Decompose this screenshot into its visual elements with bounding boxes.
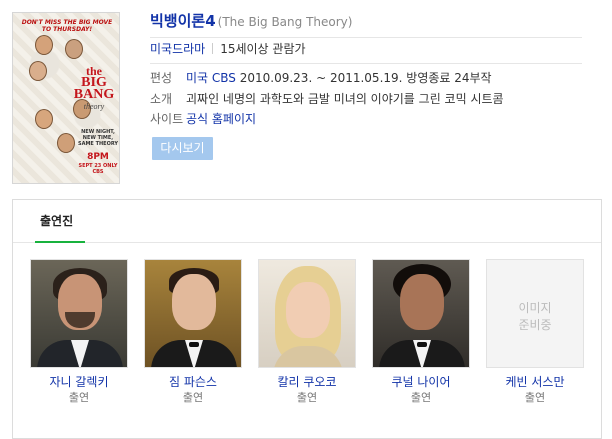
meta-label: 소개 (150, 92, 173, 106)
official-site-link[interactable]: 공식 홈페이지 (186, 112, 256, 126)
network-link[interactable]: 미국 CBS (186, 71, 236, 85)
cast-photo[interactable] (30, 259, 128, 368)
cast-photo[interactable] (258, 259, 356, 368)
show-poster[interactable]: DON'T MISS THE BIG MOVE TO THURSDAY! the… (12, 12, 120, 184)
meta-broadcast: 편성 미국 CBS 2010.09.23. ~ 2011.05.19. 방영종료 … (150, 69, 492, 87)
age-rating: 15세이상 관람가 (220, 42, 306, 56)
cast-name[interactable]: 케빈 서스만 (486, 374, 584, 390)
cast-role: 출연 (182, 391, 204, 404)
divider (150, 37, 582, 38)
title-row: 빅뱅이론4 (The Big Bang Theory) (150, 10, 584, 33)
poster-tagline: DON'T MISS THE BIG MOVE TO THURSDAY! (21, 19, 113, 33)
cast-tab-bar: 출연진 (13, 200, 601, 243)
show-subtitle: (The Big Bang Theory) (217, 15, 353, 29)
cast-role: 출연 (524, 391, 546, 404)
placeholder-line2: 준비중 (518, 318, 552, 332)
meta-label: 사이트 (150, 112, 184, 126)
cast-panel: 출연진 자니 갈렉키 출연 짐 파슨스 출연 칼리 쿠오코 출연 쿠널 나이어 … (12, 199, 602, 439)
poster-logo-big-bang: BIG BANG (73, 75, 115, 102)
placeholder-text: 이미지 준비중 (487, 300, 583, 334)
poster-time: 8PM (87, 152, 109, 162)
broadcast-period: 2010.09.23. ~ 2011.05.19. 방영종료 24부작 (235, 71, 492, 85)
poster-logo: the BIG BANG theory (71, 65, 117, 113)
cast-member[interactable]: 쿠널 나이어 출연 (372, 259, 470, 405)
synopsis-text: 괴짜인 네명의 과학도와 금발 미녀의 이야기를 그린 코믹 시트콤 (186, 92, 504, 106)
poster-face (35, 109, 53, 129)
poster-face (29, 61, 47, 81)
poster-logo-theory: theory (83, 102, 105, 111)
cast-member[interactable]: 이미지 준비중 케빈 서스만 출연 (486, 259, 584, 405)
separator (212, 43, 214, 54)
tab-cast[interactable]: 출연진 (40, 212, 73, 229)
poster-date: SEPT 23 ONLY CBS (78, 163, 118, 175)
genre-row: 미국드라마 15세이상 관람가 (150, 40, 306, 58)
poster-promo: NEW NIGHT, NEW TIME, SAME THEORY (77, 129, 119, 147)
poster-face (57, 133, 75, 153)
cast-member[interactable]: 자니 갈렉키 출연 (30, 259, 128, 405)
genre-link[interactable]: 미국드라마 (150, 42, 205, 56)
divider (150, 63, 582, 64)
bow-tie (417, 342, 427, 347)
cast-name[interactable]: 자니 갈렉키 (30, 374, 128, 390)
cast-role: 출연 (296, 391, 318, 404)
poster-face (65, 39, 83, 59)
show-title[interactable]: 빅뱅이론4 (150, 12, 216, 30)
meta-label: 편성 (150, 71, 173, 85)
face (172, 274, 216, 330)
bow-tie (189, 342, 199, 347)
cast-member[interactable]: 짐 파슨스 출연 (144, 259, 242, 405)
face (286, 282, 330, 338)
face (400, 274, 444, 330)
image-placeholder[interactable]: 이미지 준비중 (486, 259, 584, 368)
cast-name[interactable]: 칼리 쿠오코 (258, 374, 356, 390)
meta-synopsis: 소개 괴짜인 네명의 과학도와 금발 미녀의 이야기를 그린 코믹 시트콤 (150, 90, 504, 108)
placeholder-line1: 이미지 (518, 301, 552, 315)
cast-name[interactable]: 쿠널 나이어 (372, 374, 470, 390)
cast-member[interactable]: 칼리 쿠오코 출연 (258, 259, 356, 405)
cast-photo[interactable] (144, 259, 242, 368)
replay-button[interactable]: 다시보기 (152, 137, 213, 160)
tab-active-indicator (35, 241, 85, 243)
poster-face (35, 35, 53, 55)
cast-photo[interactable] (372, 259, 470, 368)
cast-role: 출연 (410, 391, 432, 404)
cast-role: 출연 (68, 391, 90, 404)
meta-site: 사이트 공식 홈페이지 (150, 110, 256, 128)
show-header: 빅뱅이론4 (The Big Bang Theory) (150, 10, 584, 33)
cast-name[interactable]: 짐 파슨스 (144, 374, 242, 390)
